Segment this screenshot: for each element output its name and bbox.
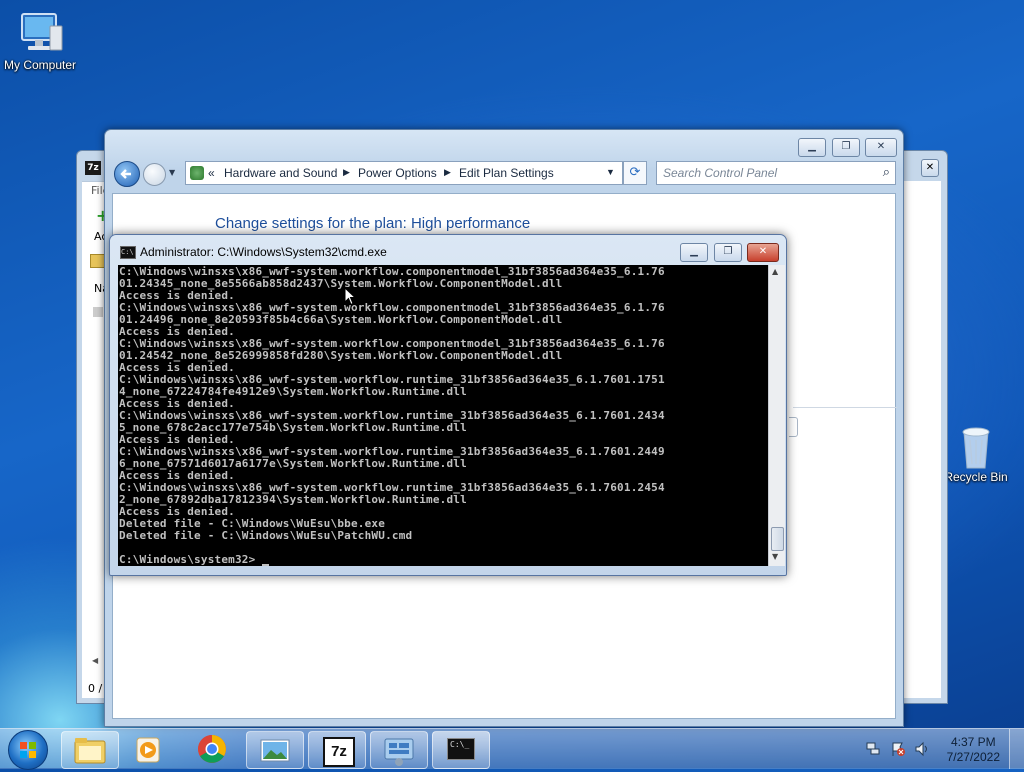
my-computer-desktop-icon[interactable]: My Computer xyxy=(0,10,80,72)
breadcrumb-edit-plan-settings[interactable]: Edit Plan Settings xyxy=(459,166,554,180)
back-button[interactable] xyxy=(114,161,140,187)
cmd-vertical-scrollbar[interactable]: ▲ ▼ xyxy=(768,265,785,566)
minimize-button[interactable]: ▁ xyxy=(798,138,826,157)
scroll-down-button[interactable]: ▼ xyxy=(772,552,778,561)
recycle-bin-desktop-icon[interactable]: Recycle Bin xyxy=(936,422,1016,484)
breadcrumb-arrow-icon[interactable]: ▶ xyxy=(343,167,350,178)
clock-date: 7/27/2022 xyxy=(946,750,1000,764)
tray-clock[interactable]: 4:37 PM 7/27/2022 xyxy=(947,735,1000,765)
tray-network-icon[interactable] xyxy=(866,741,880,755)
address-bar[interactable]: « Hardware and Sound ▶ Power Options ▶ E… xyxy=(185,161,623,185)
cmd-icon: C:\_ xyxy=(447,738,475,760)
back-arrow-icon xyxy=(120,169,131,179)
folder-icon xyxy=(74,738,106,764)
media-player-icon xyxy=(136,737,160,763)
maximize-button[interactable]: ❐ xyxy=(832,138,860,157)
cmd-window[interactable]: C:\ Administrator: C:\Windows\System32\c… xyxy=(109,234,787,576)
console-line: Deleted file - C:\Windows\WuEsu\PatchWU.… xyxy=(119,529,413,542)
cmd-title-icon: C:\ xyxy=(120,246,136,259)
taskbar-media-player-button[interactable] xyxy=(122,731,178,767)
computer-icon xyxy=(16,10,64,54)
console-line: C:\Windows\system32> xyxy=(119,553,256,566)
taskbar-control-panel-button[interactable] xyxy=(370,731,428,769)
7zip-icon: 7z xyxy=(323,737,355,767)
show-desktop-button[interactable] xyxy=(1009,729,1024,769)
breadcrumb-power-options[interactable]: Power Options xyxy=(358,166,437,180)
page-heading: Change settings for the plan: High perfo… xyxy=(215,215,531,232)
control-panel-icon xyxy=(190,166,204,180)
background-window-right[interactable]: ✕ xyxy=(900,150,948,704)
recycle-bin-label: Recycle Bin xyxy=(944,470,1008,484)
7zip-title-icon: 7z xyxy=(85,161,101,175)
my-computer-label: My Computer xyxy=(3,58,77,72)
search-input[interactable]: Search Control Panel xyxy=(663,166,777,180)
taskbar: 7z C:\_ 4:37 PM 7/27/2022 xyxy=(0,728,1024,770)
tray-action-center-icon[interactable] xyxy=(890,741,906,757)
console-lines: C:\Windows\winsxs\x86_wwf-system.workflo… xyxy=(119,266,665,566)
cmd-minimize-button[interactable]: ▁ xyxy=(680,243,708,262)
cmd-title: Administrator: C:\Windows\System32\cmd.e… xyxy=(140,245,387,259)
search-box[interactable]: Search Control Panel ⌕ xyxy=(656,161,896,185)
file-row-icon xyxy=(93,307,103,317)
start-button[interactable] xyxy=(8,730,48,770)
divider xyxy=(793,407,897,408)
text-cursor xyxy=(262,564,270,566)
recent-pages-dropdown[interactable]: ▼ xyxy=(169,168,175,177)
cmd-maximize-button[interactable]: ❐ xyxy=(714,243,742,262)
close-button[interactable]: ✕ xyxy=(865,138,897,157)
bg-close-button[interactable]: ✕ xyxy=(921,159,939,177)
refresh-button[interactable]: ⟳ xyxy=(623,161,647,185)
taskbar-7zip-button[interactable]: 7z xyxy=(308,731,366,769)
search-icon[interactable]: ⌕ xyxy=(883,164,890,180)
address-dropdown-icon[interactable]: ▼ xyxy=(606,167,615,177)
breadcrumb-arrow-icon[interactable]: ▶ xyxy=(444,167,451,178)
scroll-up-button[interactable]: ▲ xyxy=(772,267,778,276)
picture-icon xyxy=(260,739,290,762)
clock-time: 4:37 PM xyxy=(950,735,996,749)
windows-logo-icon xyxy=(20,742,36,758)
forward-button[interactable] xyxy=(143,163,166,186)
taskbar-photo-viewer-button[interactable] xyxy=(246,731,304,769)
background-window-right-client xyxy=(901,181,941,698)
taskbar-cmd-button[interactable]: C:\_ xyxy=(432,731,490,769)
tray-volume-icon[interactable] xyxy=(914,741,930,757)
recycle-bin-icon xyxy=(952,422,1000,469)
taskbar-chrome-button[interactable] xyxy=(184,731,240,767)
taskbar-explorer-button[interactable] xyxy=(61,731,119,769)
control-panel-icon xyxy=(384,738,414,766)
scroll-thumb[interactable] xyxy=(771,527,784,551)
breadcrumb-hardware-and-sound[interactable]: Hardware and Sound xyxy=(224,166,337,180)
mouse-pointer-icon xyxy=(344,287,356,306)
cmd-close-button[interactable]: ✕ xyxy=(747,243,779,262)
chrome-icon xyxy=(198,735,226,763)
console-output[interactable]: C:\Windows\winsxs\x86_wwf-system.workflo… xyxy=(118,265,768,566)
dropdown-edge[interactable] xyxy=(789,417,798,437)
breadcrumb-overflow[interactable]: « xyxy=(208,166,215,180)
